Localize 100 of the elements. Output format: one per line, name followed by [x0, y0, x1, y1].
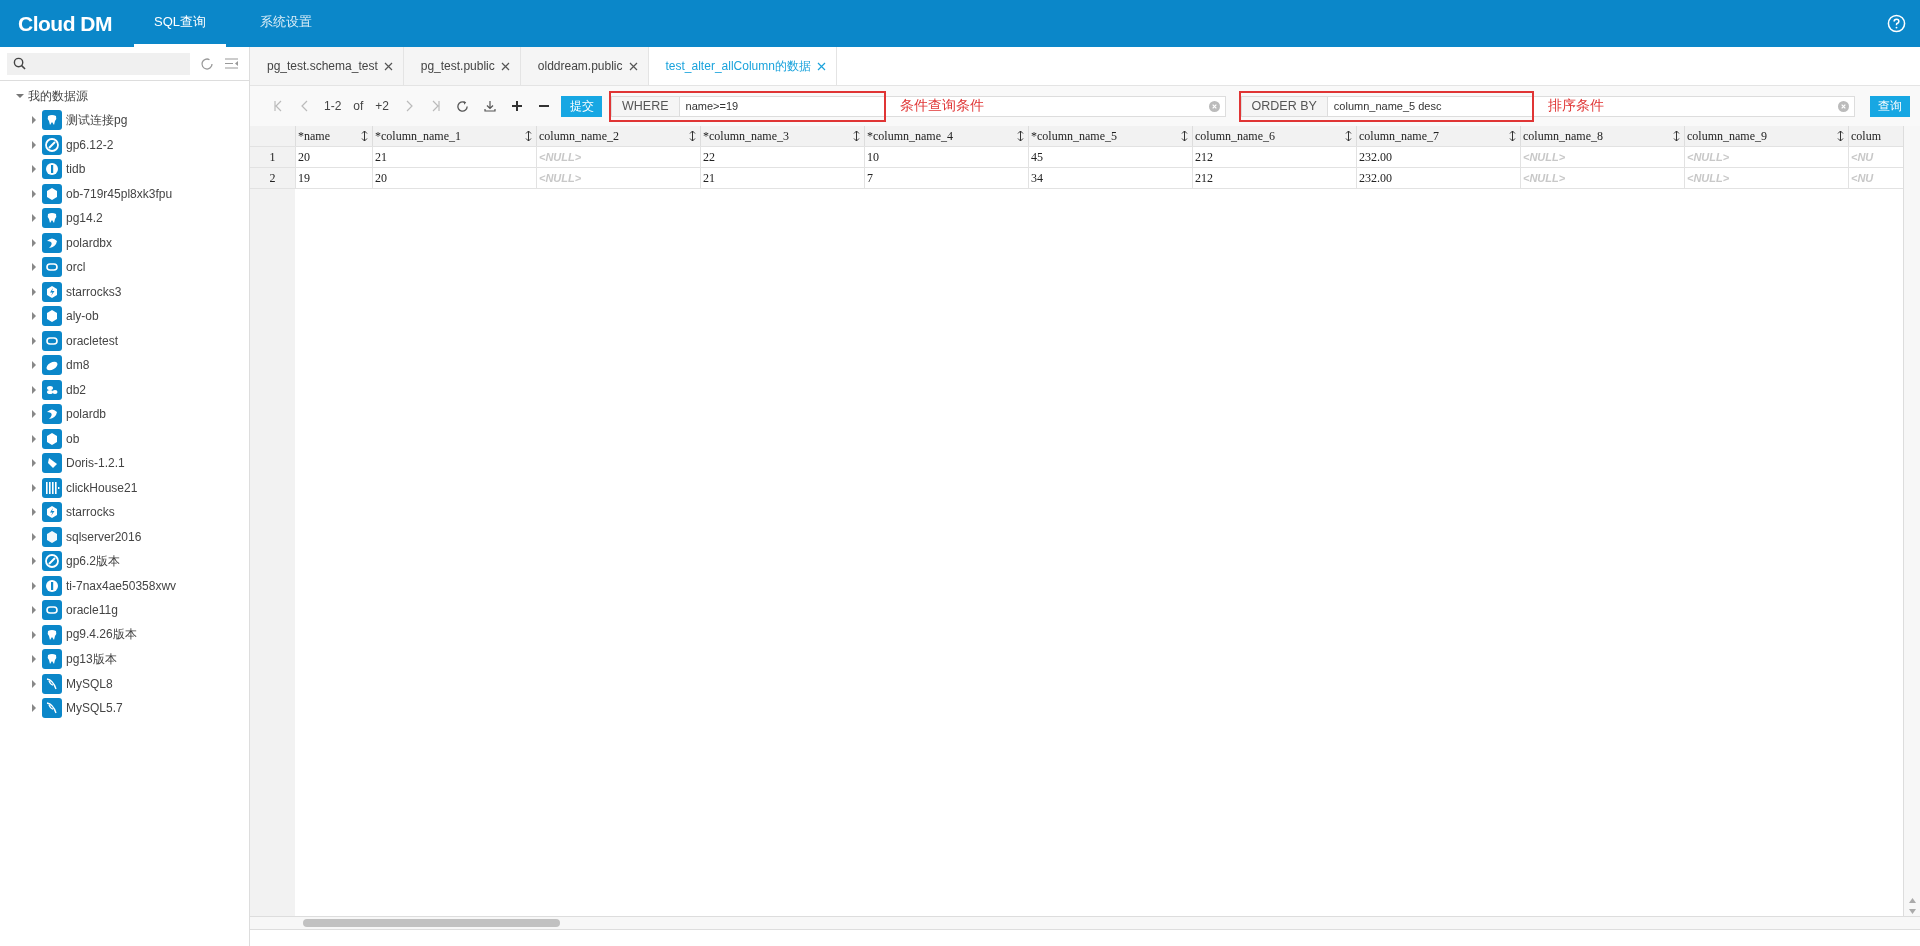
- tab[interactable]: olddream.public: [520, 47, 649, 85]
- tree-label[interactable]: gp6.2版本: [66, 552, 121, 570]
- page-range: 1-2: [323, 99, 343, 113]
- tree-label[interactable]: 测试连接pg: [66, 111, 128, 129]
- tree-label[interactable]: clickHouse21: [66, 480, 138, 495]
- help-icon[interactable]: [1887, 14, 1906, 33]
- caret-icon[interactable]: [30, 189, 38, 198]
- caret-icon[interactable]: [30, 679, 38, 688]
- nav-tab[interactable]: SQL查询: [134, 0, 226, 47]
- tree-label[interactable]: ob-719r45pl8xk3fpu: [66, 186, 173, 201]
- caret-icon[interactable]: [30, 140, 38, 149]
- caret-icon[interactable]: [30, 361, 38, 370]
- caret-icon[interactable]: [30, 238, 38, 247]
- tree-label[interactable]: MySQL5.7: [66, 701, 123, 716]
- tree-label: 我的数据源: [28, 87, 88, 105]
- caret-icon[interactable]: [16, 92, 24, 100]
- tree-label[interactable]: orcl: [66, 260, 86, 275]
- tree-label[interactable]: polardb: [66, 407, 107, 422]
- sort-icon[interactable]: [361, 130, 368, 142]
- row-number: 1: [268, 148, 277, 166]
- caret-icon[interactable]: [30, 655, 38, 664]
- tree-label[interactable]: ob: [66, 431, 80, 446]
- tree-label[interactable]: Doris-1.2.1: [66, 456, 125, 471]
- close-icon[interactable]: [500, 61, 510, 71]
- tree-label[interactable]: MySQL8: [66, 676, 113, 691]
- close-icon[interactable]: [628, 61, 638, 71]
- sort-icon[interactable]: [525, 130, 532, 142]
- tree-label[interactable]: pg9.4.26版本: [66, 626, 137, 644]
- sort-icon[interactable]: [1345, 130, 1352, 142]
- refresh-icon[interactable]: [456, 99, 470, 113]
- elephant-icon: [42, 649, 62, 670]
- scroll-down-icon[interactable]: [1908, 909, 1916, 914]
- clear-icon[interactable]: [1208, 100, 1220, 112]
- last-page-icon[interactable]: [430, 100, 441, 112]
- caret-icon[interactable]: [30, 385, 38, 394]
- tree-label[interactable]: pg13版本: [66, 650, 117, 668]
- sort-icon[interactable]: [1181, 130, 1188, 142]
- caret-icon[interactable]: [30, 581, 38, 590]
- download-icon[interactable]: [483, 100, 496, 112]
- caret-icon[interactable]: [30, 287, 38, 296]
- caret-icon[interactable]: [30, 312, 38, 321]
- tree-item[interactable]: 我的数据源: [0, 84, 249, 108]
- caret-icon[interactable]: [30, 434, 38, 443]
- caret-icon[interactable]: [30, 459, 38, 468]
- swirl-icon: [42, 232, 62, 253]
- sort-icon[interactable]: [689, 130, 696, 142]
- previous-page-icon[interactable]: [299, 100, 310, 112]
- tree-label[interactable]: dm8: [66, 358, 90, 373]
- caret-icon[interactable]: [30, 214, 38, 223]
- caret-icon[interactable]: [30, 165, 38, 174]
- tree-label[interactable]: polardbx: [66, 235, 113, 250]
- caret-icon[interactable]: [30, 263, 38, 272]
- clear-icon[interactable]: [1838, 100, 1849, 112]
- gauge-icon: [42, 551, 62, 572]
- tree-label[interactable]: tidb: [66, 162, 86, 177]
- plus-icon[interactable]: [510, 100, 523, 112]
- search-field[interactable]: [7, 52, 190, 75]
- tree-label[interactable]: starrocks3: [66, 284, 122, 299]
- caret-icon[interactable]: [30, 532, 38, 541]
- tree-label[interactable]: ti-7nax4ae50358xwv: [66, 578, 177, 593]
- minus-icon[interactable]: [537, 104, 550, 108]
- sort-icon[interactable]: [853, 130, 860, 142]
- annotation-note: 排序条件: [1547, 97, 1604, 115]
- search-icon: [13, 57, 26, 70]
- caret-icon[interactable]: [30, 483, 38, 492]
- gauge-icon: [42, 134, 62, 155]
- caret-icon[interactable]: [30, 336, 38, 345]
- scrollbar-thumb[interactable]: [303, 919, 560, 927]
- caret-icon[interactable]: [30, 508, 38, 517]
- tab[interactable]: pg_test.public: [403, 47, 521, 85]
- row-number: 2: [268, 169, 277, 187]
- caret-icon[interactable]: [30, 630, 38, 639]
- tree-label[interactable]: gp6.12-2: [66, 137, 114, 152]
- caret-icon[interactable]: [30, 704, 38, 713]
- close-icon[interactable]: [383, 61, 393, 71]
- tree-label[interactable]: starrocks: [66, 505, 115, 520]
- sort-icon[interactable]: [1509, 130, 1516, 142]
- filter-keyword: WHERE: [611, 95, 679, 117]
- tree-label[interactable]: db2: [66, 382, 87, 397]
- tree-label[interactable]: pg14.2: [66, 211, 103, 226]
- close-icon[interactable]: [816, 61, 826, 71]
- tab[interactable]: pg_test.schema_test: [250, 47, 404, 85]
- first-page-icon[interactable]: [272, 100, 283, 112]
- caret-icon[interactable]: [30, 410, 38, 419]
- sort-icon[interactable]: [1837, 130, 1844, 142]
- tree-label[interactable]: sqlserver2016: [66, 529, 142, 544]
- pager-of: of: [352, 99, 365, 113]
- caret-icon[interactable]: [30, 116, 38, 125]
- page-total: +2: [374, 99, 391, 113]
- collapse-icon[interactable]: [224, 57, 239, 70]
- sort-icon[interactable]: [1673, 130, 1680, 142]
- tree-label[interactable]: oracle11g: [66, 603, 118, 618]
- caret-icon[interactable]: [30, 557, 38, 566]
- scroll-up-icon[interactable]: [1908, 898, 1916, 903]
- tree-label[interactable]: oracletest: [66, 333, 119, 348]
- vertical-scrollbar[interactable]: [1903, 126, 1920, 916]
- tree-label[interactable]: aly-ob: [66, 309, 99, 324]
- caret-icon[interactable]: [30, 606, 38, 615]
- horizontal-scrollbar[interactable]: [250, 916, 1920, 930]
- sort-icon[interactable]: [1017, 130, 1024, 142]
